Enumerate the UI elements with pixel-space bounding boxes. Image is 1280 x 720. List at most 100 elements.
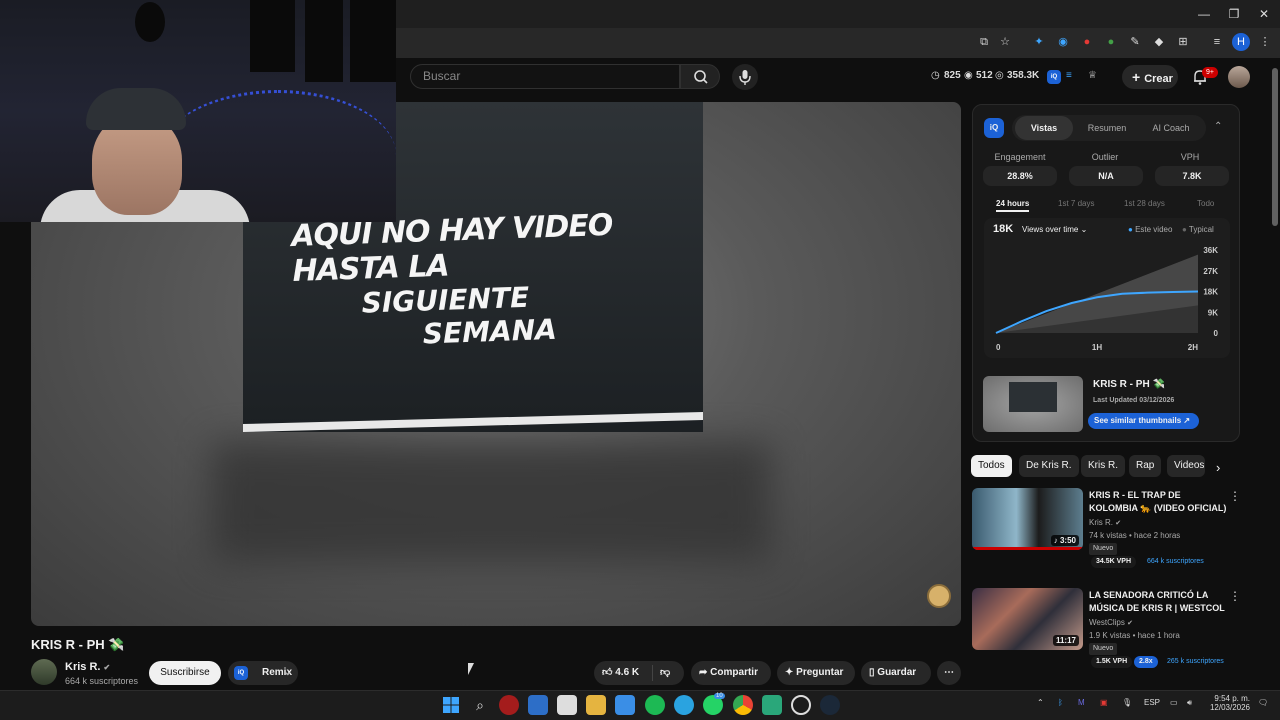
tray-clock[interactable]: 9:54 p. m. 12/03/2026	[1208, 694, 1250, 712]
extension-icon[interactable]: ●	[1102, 33, 1120, 51]
channel-avatar[interactable]	[31, 659, 57, 685]
vph-badge: 1.5K VPH	[1091, 656, 1133, 668]
account-avatar[interactable]	[1228, 66, 1250, 88]
start-windows-icon[interactable]	[441, 695, 461, 715]
restore-button[interactable]: ❐	[1224, 4, 1244, 24]
recommendation-thumbnail[interactable]: ♪ 3:50	[972, 488, 1083, 550]
scrollbar-thumb[interactable]	[1272, 68, 1278, 226]
tray-app-icon[interactable]: M	[1078, 698, 1085, 707]
collapse-chevron-icon[interactable]: ⌃	[1214, 121, 1222, 132]
video-overlay-text: AQUI NO HAY VIDEO HASTA LA SIGUIENTE SEM…	[291, 205, 696, 355]
share-label: Compartir	[710, 667, 758, 678]
recommendation-title[interactable]: KRIS R - EL TRAP DE KOLOMBIA 🐆 (VIDEO OF…	[1089, 489, 1229, 515]
search-button[interactable]	[680, 64, 720, 89]
tray-mic-icon[interactable]: 🎙︎	[1122, 698, 1132, 707]
tab-vistas[interactable]: Vistas	[1015, 116, 1073, 140]
extension-icon[interactable]: ✦	[1030, 33, 1048, 51]
tray-app-icon[interactable]: ▣	[1100, 698, 1108, 707]
install-app-icon[interactable]: ⧉	[975, 33, 993, 51]
subscribe-button[interactable]: Suscribirse	[149, 661, 221, 685]
taskbar-app-icon[interactable]	[791, 695, 811, 715]
taskbar-steam-icon[interactable]	[820, 695, 840, 715]
channel-watermark-icon[interactable]	[927, 584, 951, 608]
taskbar-capcut-icon[interactable]	[557, 695, 577, 715]
taskbar-store-icon[interactable]	[528, 695, 548, 715]
metric-engagement-label: Engagement	[994, 152, 1046, 162]
tray-language[interactable]: ESP	[1144, 698, 1160, 707]
iq-extension-icon[interactable]: iQ	[1047, 70, 1061, 84]
chart-metric-dropdown[interactable]: Views over time ⌄	[1022, 225, 1087, 234]
taskbar-folder-icon[interactable]	[586, 695, 606, 715]
browser-menu-icon[interactable]: ⋮	[1256, 33, 1274, 51]
taskbar-spotify-icon[interactable]	[645, 695, 665, 715]
timeframe-7d[interactable]: 1st 7 days	[1058, 199, 1094, 208]
profile-icon[interactable]: H	[1232, 33, 1250, 51]
windows-taskbar	[0, 690, 1280, 720]
extensions-puzzle-icon[interactable]: ⊞	[1174, 33, 1192, 51]
voice-search-button[interactable]	[732, 64, 758, 90]
taskbar-app-icon[interactable]	[762, 695, 782, 715]
chip-kris-r[interactable]: Kris R.	[1081, 455, 1125, 477]
recommendation-channel[interactable]: Kris R. ✔	[1089, 518, 1121, 527]
taskbar-app-icon[interactable]	[499, 695, 519, 715]
remix-button[interactable]: iQ Remix ⌄	[228, 661, 298, 685]
chip-rap[interactable]: Rap	[1129, 455, 1162, 477]
more-vertical-icon[interactable]: ⋮	[1229, 589, 1241, 603]
x-tick-label: 0	[996, 343, 1001, 352]
trophy-icon[interactable]: ♕	[1088, 70, 1097, 81]
like-button[interactable]: 👍︎ 4.6 K	[602, 667, 639, 678]
timeframe-24h[interactable]: 24 hours	[996, 199, 1030, 212]
save-button[interactable]: ▯ Guardar	[861, 661, 931, 685]
legend-typical: ● Typical	[1182, 225, 1214, 234]
tray-network-icon[interactable]: ▭	[1170, 698, 1178, 707]
recommendation-thumbnail[interactable]: 11:17	[972, 588, 1083, 650]
tab-resumen[interactable]: Resumen	[1078, 116, 1136, 140]
tray-expand-icon[interactable]: ⌃	[1037, 698, 1044, 707]
subs-badge: 664 k suscriptores	[1147, 558, 1204, 565]
list-icon[interactable]: ≡	[1066, 70, 1072, 81]
like-count: 4.6 K	[615, 667, 640, 678]
dislike-button[interactable]: 👎︎	[660, 661, 670, 685]
extension-icon[interactable]: ◆	[1150, 33, 1168, 51]
search-input[interactable]: Buscar	[410, 64, 680, 89]
tray-bluetooth-icon[interactable]: ᛒ	[1058, 698, 1063, 707]
tray-notifications-icon[interactable]: 🗨︎	[1258, 698, 1268, 707]
like-dislike-group: 👍︎ 4.6 K 👎︎	[594, 661, 684, 685]
chip-de-kris-r[interactable]: De Kris R.	[1019, 455, 1079, 477]
channel-name[interactable]: Kris R. ✔	[65, 661, 110, 673]
ask-button[interactable]: ✦ Preguntar	[777, 661, 855, 685]
legend-typical-label: Typical	[1188, 225, 1214, 234]
tray-volume-icon[interactable]: 🔊︎	[1187, 698, 1192, 708]
metric-vph-label: VPH	[1180, 152, 1200, 162]
more-actions-button[interactable]: ⋯	[937, 661, 961, 685]
close-button[interactable]: ✕	[1254, 4, 1274, 24]
similar-thumbnails-button[interactable]: See similar thumbnails ↗	[1088, 413, 1199, 429]
taskbar-notepad-icon[interactable]	[615, 695, 635, 715]
taskbar-search-icon[interactable]: ⌕	[470, 695, 490, 715]
y-tick-label: 27K	[1203, 267, 1218, 276]
chips-next-chevron-icon[interactable]: ›	[1216, 460, 1220, 475]
tab-ai-coach[interactable]: AI Coach	[1140, 116, 1202, 140]
share-button[interactable]: ➦ Compartir	[691, 661, 771, 685]
taskbar-telegram-icon[interactable]	[674, 695, 694, 715]
reading-list-icon[interactable]: ≡	[1208, 33, 1226, 51]
bookmark-star-icon[interactable]: ☆	[996, 33, 1014, 51]
recommendation-channel[interactable]: WestClips ✔	[1089, 618, 1133, 627]
extension-icon[interactable]: ●	[1078, 33, 1096, 51]
recommendation-title[interactable]: LA SENADORA CRITICÓ LA MÚSICA DE KRIS R …	[1089, 589, 1229, 615]
thumbnail-preview[interactable]	[983, 376, 1083, 432]
metric-vph-value: 7.8K	[1155, 166, 1229, 186]
timeframe-28d[interactable]: 1st 28 days	[1124, 199, 1165, 208]
extension-icon[interactable]: ◉	[1054, 33, 1072, 51]
create-button[interactable]: + Crear	[1122, 65, 1178, 89]
minimize-button[interactable]: —	[1194, 4, 1214, 24]
chip-todos[interactable]: Todos	[971, 455, 1012, 477]
extension-icon[interactable]: ✎	[1126, 33, 1144, 51]
timeframe-all[interactable]: Todo	[1197, 199, 1214, 208]
iq-logo: iQ	[984, 118, 1004, 138]
more-vertical-icon[interactable]: ⋮	[1229, 489, 1241, 503]
taskbar-chrome-icon[interactable]	[733, 695, 753, 715]
more-horizontal-icon: ⋯	[944, 667, 954, 678]
chip-videos[interactable]: Videos	[1167, 455, 1205, 477]
video-duration: 11:17	[1052, 635, 1079, 646]
